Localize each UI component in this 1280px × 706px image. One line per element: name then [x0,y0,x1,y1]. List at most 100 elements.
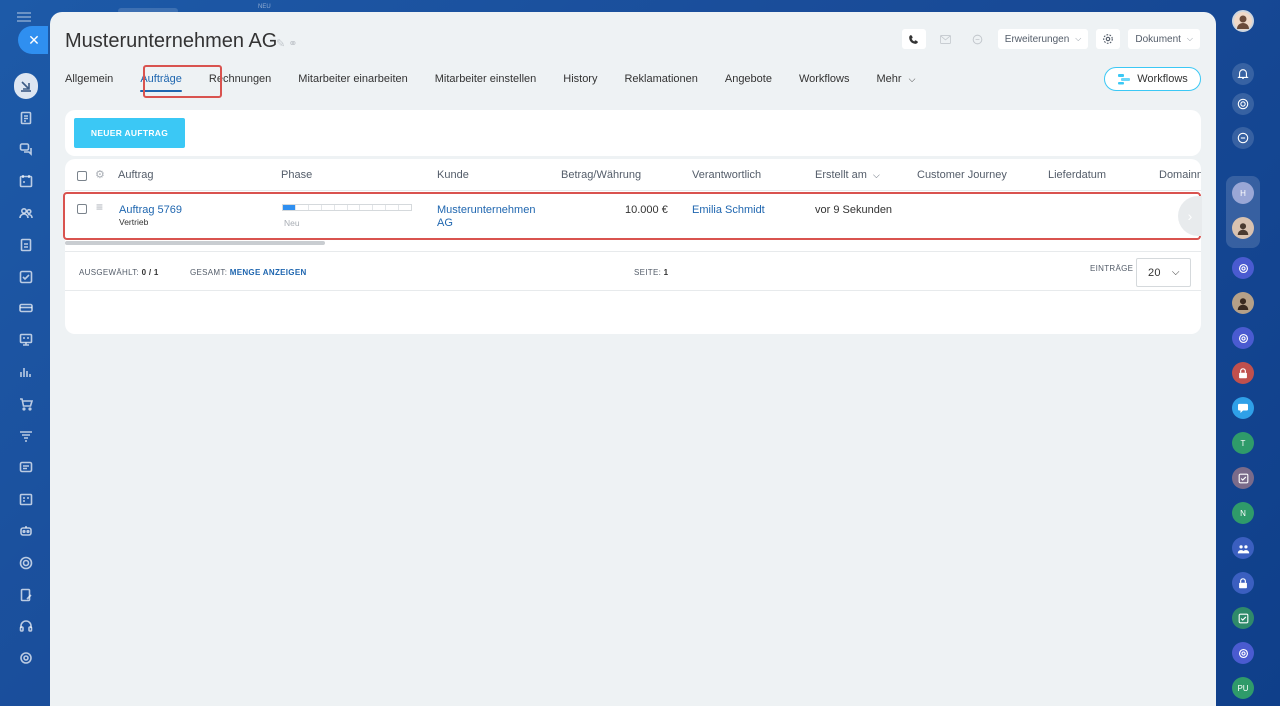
entries-per-page-select[interactable]: 20 ⌵ [1136,258,1191,287]
column-header-auftrag[interactable]: Auftrag [118,169,153,181]
right-sidebar: H T N PU [1216,0,1280,706]
tab-mitarbeiter-einarbeiten[interactable]: Mitarbeiter einarbeiten [298,69,407,89]
tab-highlight-frame [143,65,222,98]
tab-angebote[interactable]: Angebote [725,69,772,89]
workflow-icon [1118,74,1131,85]
settings-gear-icon[interactable] [14,642,38,674]
analytics-icon[interactable] [14,356,38,388]
workflows-button[interactable]: Workflows [1104,67,1201,91]
select-all-checkbox[interactable] [77,171,87,181]
dokument-label: Dokument [1135,33,1181,45]
column-header-phase[interactable]: Phase [281,169,312,181]
column-header-journey[interactable]: Customer Journey [917,169,1007,181]
show-total-link[interactable]: MENGE ANZEIGEN [230,268,307,277]
email-button[interactable] [934,29,958,49]
bell-icon[interactable] [1232,63,1254,85]
document-icon[interactable] [14,102,38,134]
column-header-kunde[interactable]: Kunde [437,169,469,181]
channel-icon[interactable] [1232,642,1254,664]
edit-pencil-icon[interactable]: ✎ [276,38,288,50]
avatar[interactable] [1232,292,1254,314]
title-edit-icons: ✎⚭ [276,37,300,50]
lock-icon[interactable] [1232,362,1254,384]
chat-button[interactable] [966,29,990,49]
column-header-verantwortlich[interactable]: Verantwortlich [692,169,761,181]
tab-reklamationen[interactable]: Reklamationen [624,69,697,89]
erweiterungen-dropdown[interactable]: Erweiterungen ⌵ [997,29,1089,49]
terminal-icon[interactable] [14,452,38,484]
menu-icon[interactable] [17,12,31,22]
horizontal-scrollbar[interactable] [65,241,325,245]
contacts-icon[interactable] [14,197,38,229]
orders-grid: ⚙ Auftrag Phase Kunde Betrag/Währung Ver… [65,159,1201,334]
page-title: Musterunternehmen AG [65,30,278,52]
tasks-icon[interactable] [14,261,38,293]
chevron-down-icon: ⌵ [1171,267,1180,278]
sign-icon[interactable] [14,579,38,611]
target-icon[interactable] [14,547,38,579]
avatar-pu[interactable]: PU [1232,677,1254,699]
file-icon[interactable] [14,229,38,261]
page-label: SEITE: [634,268,662,277]
pulse-icon[interactable] [1232,93,1254,115]
message-icon[interactable] [1232,397,1254,419]
header-actions: Erweiterungen ⌵ Dokument ⌵ [901,29,1200,49]
search-chat-icon[interactable] [1232,127,1254,149]
filter-icon[interactable] [14,420,38,452]
tab-history[interactable]: History [563,69,597,89]
entries-label: EINTRÄGE [1090,264,1134,273]
avatar-t[interactable]: T [1232,432,1254,454]
column-header-lieferdatum[interactable]: Lieferdatum [1048,169,1106,181]
column-header-betrag[interactable]: Betrag/Währung [561,169,641,181]
avatar[interactable] [1232,217,1254,239]
tab-mehr[interactable]: Mehr ⌵ [877,69,916,89]
channel-icon[interactable] [1232,327,1254,349]
settings-button[interactable] [1096,29,1121,49]
avatar-n[interactable]: N [1232,502,1254,524]
chat-icon[interactable] [14,134,38,166]
phone-icon [909,34,919,44]
robot-icon[interactable] [14,515,38,547]
gear-icon [1103,34,1114,44]
channel-icon[interactable] [1232,257,1254,279]
checklist-icon[interactable] [1232,467,1254,489]
schedule-icon[interactable] [14,483,38,515]
tab-allgemein[interactable]: Allgemein [65,69,113,89]
erweiterungen-label: Erweiterungen [1004,33,1070,45]
tab-mehr-label: Mehr [876,73,902,85]
chat-bubble-icon [972,34,983,44]
workflows-button-label: Workflows [1137,73,1188,85]
group-icon[interactable] [1232,537,1254,559]
tab-workflows[interactable]: Workflows [799,69,850,89]
cards-icon[interactable] [14,293,38,325]
avatar-h[interactable]: H [1232,182,1254,204]
checklist-icon[interactable] [1232,607,1254,629]
chevron-down-icon: ⌵ [1075,34,1082,43]
left-sidebar: ✕ [0,0,50,706]
link-icon[interactable]: ⚭ [288,38,300,50]
crm-slider-panel: Musterunternehmen AG ✎⚭ Erweiterungen ⌵ … [50,12,1216,706]
phone-button[interactable] [901,29,926,49]
headset-icon[interactable] [14,611,38,643]
cart-icon[interactable] [14,388,38,420]
collapse-icon[interactable] [14,70,38,102]
column-header-domain[interactable]: Domainn [1159,169,1201,181]
chevron-down-icon: ⌵ [908,74,916,84]
selected-counter: AUSGEWÄHLT: 0 / 1 [79,268,159,277]
lock-icon[interactable] [1232,572,1254,594]
top-ghost-label: NEU [258,4,271,10]
column-header-erstellt[interactable]: Erstellt am ⌵ [815,169,880,181]
board-icon[interactable] [14,324,38,356]
dokument-dropdown[interactable]: Dokument ⌵ [1128,29,1200,49]
grid-header: ⚙ Auftrag Phase Kunde Betrag/Währung Ver… [65,159,1201,191]
selected-value: 0 / 1 [141,268,159,277]
mail-icon [940,34,952,44]
close-slider-button[interactable]: ✕ [18,26,48,54]
user-avatar[interactable] [1232,10,1254,32]
tab-mitarbeiter-einstellen[interactable]: Mitarbeiter einstellen [435,69,537,89]
new-order-button[interactable]: NEUER AUFTRAG [74,118,185,148]
total-counter: GESAMT: MENGE ANZEIGEN [190,268,307,277]
calendar-icon[interactable] [14,165,38,197]
left-nav-icons [14,70,38,674]
column-settings-gear-icon[interactable]: ⚙ [95,168,105,181]
